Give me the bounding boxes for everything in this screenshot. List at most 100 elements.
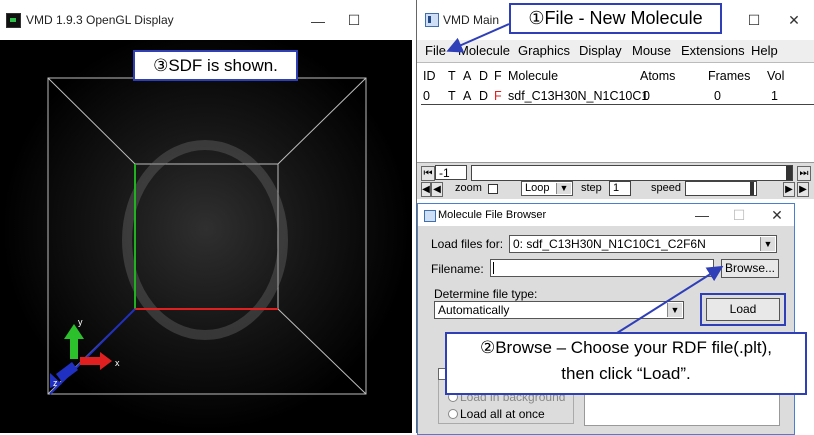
box-edge-tr: [277, 77, 367, 165]
minimize-icon[interactable]: —: [691, 207, 713, 223]
menu-display[interactable]: Display: [579, 43, 622, 58]
callout-step2: ②Browse – Choose your RDF file(.plt), th…: [445, 332, 807, 395]
animation-controls: ⏮ -1 ⏭ ◀ ◀ zoom Loop ▼ step 1 speed ▶ ▶: [417, 162, 814, 199]
load-files-for-value: 0: sdf_C13H30N_N1C10C1_C2F6N: [513, 237, 706, 251]
speed-label: speed: [651, 182, 681, 194]
jump-end-icon[interactable]: ⏭: [797, 166, 811, 181]
step-forward-icon[interactable]: ▶: [783, 182, 795, 197]
speed-slider[interactable]: [685, 181, 757, 196]
menu-mouse[interactable]: Mouse: [632, 43, 671, 58]
gizmo-z-arrow-shaft: [56, 362, 78, 382]
row-id: 0: [423, 89, 430, 103]
col-id: ID: [423, 69, 436, 83]
zoom-checkbox[interactable]: [488, 184, 498, 194]
load-button[interactable]: Load: [706, 298, 780, 321]
main-window-title: VMD Main: [443, 13, 500, 27]
speed-thumb[interactable]: [750, 182, 754, 195]
step-label: step: [581, 182, 602, 194]
main-menubar: File Molecule Graphics Display Mouse Ext…: [417, 40, 814, 63]
inner-box: [134, 163, 279, 310]
gizmo-y-arrow-shaft: [70, 337, 78, 359]
callout-step3: ③SDF is shown.: [133, 50, 298, 81]
scene-svg: [47, 77, 367, 395]
menu-molecule[interactable]: Molecule: [458, 43, 510, 58]
file-browser-title: Molecule File Browser: [438, 209, 547, 221]
col-molecule: Molecule: [508, 69, 559, 83]
axes-gizmo: [50, 324, 112, 388]
col-frames: Frames: [708, 69, 751, 83]
menu-file[interactable]: File: [425, 43, 446, 58]
filename-label: Filename:: [431, 262, 484, 276]
chevron-down-icon: ▼: [556, 183, 571, 194]
load-all-at-once-label: Load all at once: [460, 407, 545, 421]
loop-select[interactable]: Loop ▼: [521, 181, 573, 196]
row-molecule-name: sdf_C13H30N_N1C10C1: [508, 89, 649, 103]
play-forward-icon[interactable]: ▶: [797, 182, 809, 197]
opengl-titlebar: VMD 1.9.3 OpenGL Display — ☐: [0, 0, 412, 40]
maximize-icon[interactable]: ☐: [728, 207, 750, 224]
box-edge-tl: [47, 77, 136, 165]
chevron-down-icon: ▼: [667, 303, 682, 317]
file-type-select[interactable]: Automatically ▼: [434, 301, 684, 319]
slider-thumb[interactable]: [786, 166, 792, 180]
step-back-icon[interactable]: ◀: [431, 182, 443, 197]
row-top-flag[interactable]: T: [448, 89, 456, 103]
row-fixed-flag[interactable]: F: [494, 89, 502, 103]
file-type-value: Automatically: [438, 303, 510, 317]
vmd-main-icon: [425, 13, 439, 27]
gizmo-z-label: z: [53, 378, 58, 388]
opengl-window-title: VMD 1.9.3 OpenGL Display: [26, 13, 174, 27]
menu-extensions[interactable]: Extensions: [681, 43, 745, 58]
row-atoms: 0: [643, 89, 650, 103]
row-active-flag[interactable]: A: [463, 89, 471, 103]
minimize-icon[interactable]: —: [307, 13, 329, 29]
row-vol: 1: [771, 89, 778, 103]
step-input[interactable]: 1: [609, 181, 631, 196]
file-browser-icon: [424, 210, 436, 222]
bounding-box: [47, 77, 367, 395]
density-shell: [122, 140, 288, 340]
maximize-icon[interactable]: ☐: [743, 12, 765, 29]
frame-slider[interactable]: [471, 165, 793, 181]
text-cursor: [493, 262, 494, 274]
menu-help[interactable]: Help: [751, 43, 778, 58]
frame-input[interactable]: -1: [435, 165, 467, 180]
browse-button[interactable]: Browse...: [721, 259, 779, 278]
gizmo-x-arrow-shaft: [80, 357, 102, 365]
gizmo-x-label: x: [115, 358, 120, 368]
callout-step1: ①File - New Molecule: [509, 3, 722, 34]
gizmo-x-arrow-head: [100, 352, 112, 370]
play-reverse-icon[interactable]: ◀: [421, 182, 431, 197]
determine-file-type-label: Determine file type:: [434, 287, 538, 301]
maximize-icon[interactable]: ☐: [343, 12, 365, 29]
zoom-label: zoom: [455, 182, 482, 194]
col-atoms: Atoms: [640, 69, 676, 83]
callout-step2-line1: ②Browse – Choose your RDF file(.plt),: [479, 338, 773, 357]
load-files-for-select[interactable]: 0: sdf_C13H30N_N1C10C1_C2F6N ▼: [509, 235, 777, 253]
filename-input[interactable]: [490, 259, 714, 277]
close-icon[interactable]: ✕: [766, 207, 788, 224]
gizmo-y-label: y: [78, 317, 83, 327]
col-t: T: [448, 69, 456, 83]
file-browser-titlebar: Molecule File Browser — ☐ ✕: [418, 204, 794, 226]
chevron-down-icon: ▼: [760, 237, 775, 251]
load-button-highlight: Load: [700, 293, 786, 326]
table-row[interactable]: 0 T A D F sdf_C13H30N_N1C10C1 0 0 1: [421, 88, 814, 105]
jump-start-icon[interactable]: ⏮: [421, 166, 435, 181]
col-a: A: [463, 69, 472, 83]
radio-load-all-at-once[interactable]: [448, 409, 458, 419]
opengl-canvas[interactable]: y x z: [0, 40, 412, 433]
loop-select-value: Loop: [525, 182, 550, 194]
callout-step2-line2: then click “Load”.: [561, 364, 691, 383]
col-d: D: [479, 69, 489, 83]
load-files-for-label: Load files for:: [431, 237, 504, 251]
molecule-file-browser: Molecule File Browser — ☐ ✕ Load files f…: [417, 203, 795, 435]
vmd-app-icon: [6, 13, 21, 28]
row-drawn-flag[interactable]: D: [479, 89, 488, 103]
row-frames: 0: [714, 89, 721, 103]
molecule-list-header: ID T A D F Molecule Atoms Frames Vol: [417, 68, 814, 86]
col-f: F: [494, 69, 502, 83]
close-icon[interactable]: ✕: [783, 12, 805, 29]
menu-graphics[interactable]: Graphics: [518, 43, 570, 58]
col-vol: Vol: [767, 69, 785, 83]
